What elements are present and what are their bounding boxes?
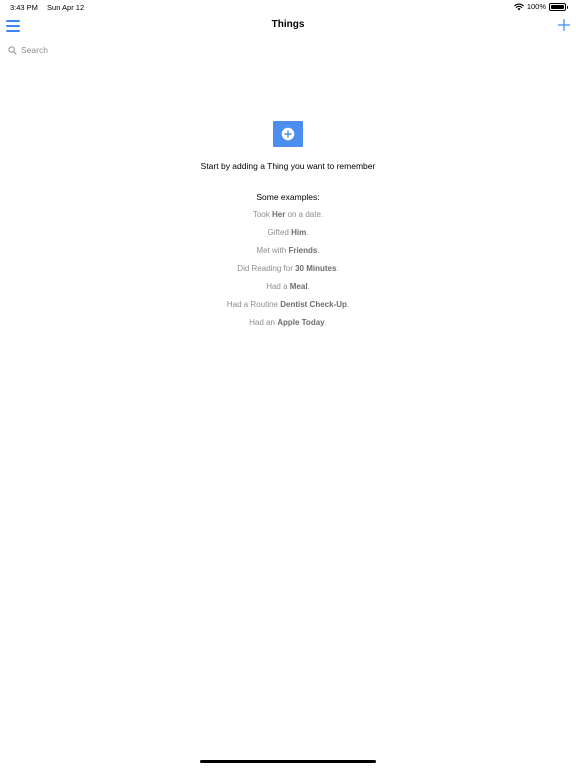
status-time: 3:43 PM (10, 3, 38, 12)
status-date: Sun Apr 12 (47, 3, 85, 12)
example-item: Had a Routine Dentist Check-Up. (226, 300, 350, 309)
search-icon (8, 45, 17, 55)
add-circle-icon (281, 127, 295, 141)
empty-state-prompt: Start by adding a Thing you want to reme… (200, 161, 376, 171)
battery-icon (549, 2, 568, 11)
empty-state: Start by adding a Thing you want to reme… (0, 121, 576, 171)
battery-percent: 100% (526, 2, 546, 11)
example-item: Had an Apple Today. (249, 318, 327, 327)
home-indicator[interactable] (200, 760, 376, 763)
example-item: Met with Friends. (256, 246, 320, 255)
battery-fill (551, 4, 564, 9)
example-item: Had a Meal. (266, 282, 310, 291)
examples-list: Some examples: Took Her on a date. Gifte… (0, 192, 576, 336)
search-bar[interactable] (8, 43, 208, 57)
navigation-bar: Things (0, 14, 576, 40)
example-item: Took Her on a date. (252, 210, 324, 219)
examples-heading: Some examples: (256, 192, 320, 202)
status-right: 100% (514, 2, 568, 11)
page-title: Things (271, 19, 305, 30)
example-item: Did Reading for 30 Minutes. (237, 264, 339, 273)
wifi-icon (514, 3, 524, 10)
status-left: 3:43 PM Sun Apr 12 (10, 3, 84, 12)
add-thing-button[interactable] (273, 121, 303, 147)
status-bar: 3:43 PM Sun Apr 12 100% (0, 0, 576, 14)
search-input[interactable] (21, 45, 201, 55)
example-item: Gifted Him. (267, 228, 309, 237)
plus-icon[interactable] (556, 17, 572, 33)
